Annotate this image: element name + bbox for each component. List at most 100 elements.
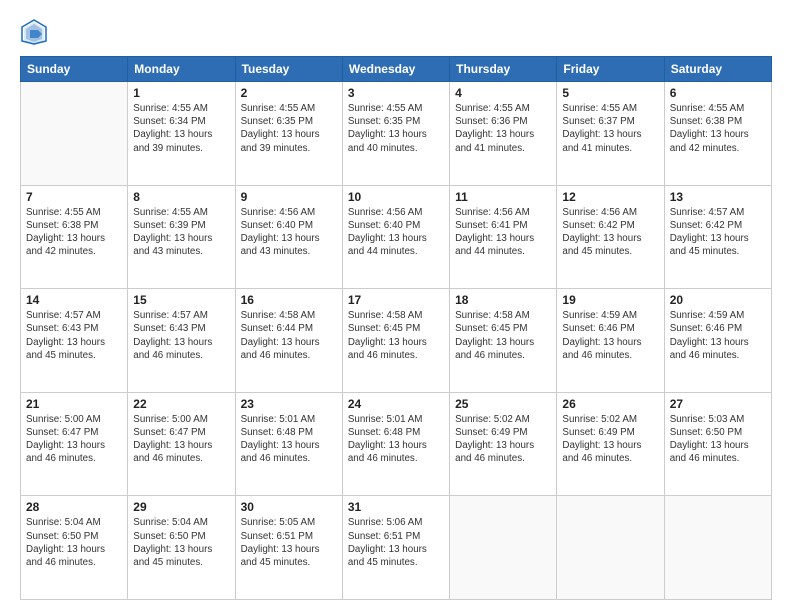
day-info-line: Daylight: 13 hours [562,232,658,245]
day-info-line: Daylight: 13 hours [133,543,229,556]
day-info-line: Daylight: 13 hours [670,232,766,245]
day-info-line: Sunrise: 4:58 AM [455,309,551,322]
day-info-line: and 42 minutes. [26,245,122,258]
day-info-line: Sunset: 6:40 PM [241,219,337,232]
day-info-line: Sunrise: 4:55 AM [670,102,766,115]
day-info-line: Sunset: 6:43 PM [133,322,229,335]
day-info-line: and 45 minutes. [241,556,337,569]
day-header-sunday: Sunday [21,57,128,82]
day-header-thursday: Thursday [450,57,557,82]
day-info-line: Daylight: 13 hours [348,128,444,141]
day-info-line: and 45 minutes. [133,556,229,569]
day-info-line: Sunrise: 4:55 AM [26,206,122,219]
day-info-line: Daylight: 13 hours [241,128,337,141]
calendar-cell: 30Sunrise: 5:05 AMSunset: 6:51 PMDayligh… [235,496,342,600]
calendar-week-row: 14Sunrise: 4:57 AMSunset: 6:43 PMDayligh… [21,289,772,393]
calendar-cell: 8Sunrise: 4:55 AMSunset: 6:39 PMDaylight… [128,185,235,289]
day-number: 30 [241,500,337,514]
day-info-line: Sunset: 6:51 PM [241,530,337,543]
day-info-line: Sunset: 6:50 PM [670,426,766,439]
day-info-line: Sunrise: 5:00 AM [133,413,229,426]
day-info-line: and 40 minutes. [348,142,444,155]
day-number: 12 [562,190,658,204]
day-info-line: and 46 minutes. [241,349,337,362]
day-info-line: Sunrise: 4:56 AM [348,206,444,219]
day-info-line: Sunrise: 4:55 AM [133,206,229,219]
day-info-line: Sunset: 6:45 PM [348,322,444,335]
calendar-cell [450,496,557,600]
day-info-line: Daylight: 13 hours [241,439,337,452]
day-info-line: Daylight: 13 hours [562,128,658,141]
calendar-cell: 13Sunrise: 4:57 AMSunset: 6:42 PMDayligh… [664,185,771,289]
day-info-line: Daylight: 13 hours [670,128,766,141]
calendar-cell: 5Sunrise: 4:55 AMSunset: 6:37 PMDaylight… [557,82,664,186]
calendar-cell: 1Sunrise: 4:55 AMSunset: 6:34 PMDaylight… [128,82,235,186]
day-info-line: and 46 minutes. [26,452,122,465]
calendar-cell: 19Sunrise: 4:59 AMSunset: 6:46 PMDayligh… [557,289,664,393]
calendar-cell: 10Sunrise: 4:56 AMSunset: 6:40 PMDayligh… [342,185,449,289]
day-number: 23 [241,397,337,411]
day-number: 20 [670,293,766,307]
day-info-line: Sunrise: 4:55 AM [455,102,551,115]
day-info-line: and 45 minutes. [348,556,444,569]
day-info-line: Sunset: 6:46 PM [562,322,658,335]
day-info-line: Sunset: 6:49 PM [455,426,551,439]
day-info-line: Sunrise: 4:59 AM [670,309,766,322]
day-header-wednesday: Wednesday [342,57,449,82]
day-info-line: Sunrise: 5:05 AM [241,516,337,529]
day-info-line: and 41 minutes. [562,142,658,155]
day-info-line: Sunset: 6:48 PM [348,426,444,439]
day-info-line: Daylight: 13 hours [133,439,229,452]
day-info-line: and 42 minutes. [670,142,766,155]
day-number: 13 [670,190,766,204]
day-info-line: Sunrise: 5:01 AM [348,413,444,426]
day-info-line: Sunset: 6:42 PM [670,219,766,232]
day-info-line: Sunset: 6:34 PM [133,115,229,128]
day-number: 11 [455,190,551,204]
day-header-saturday: Saturday [664,57,771,82]
day-info-line: and 46 minutes. [241,452,337,465]
day-info-line: Sunrise: 4:58 AM [348,309,444,322]
day-info-line: and 45 minutes. [26,349,122,362]
day-info-line: Sunset: 6:49 PM [562,426,658,439]
day-header-friday: Friday [557,57,664,82]
day-info-line: Daylight: 13 hours [26,336,122,349]
calendar-page: SundayMondayTuesdayWednesdayThursdayFrid… [0,0,792,612]
calendar-cell: 18Sunrise: 4:58 AMSunset: 6:45 PMDayligh… [450,289,557,393]
day-info-line: Sunset: 6:43 PM [26,322,122,335]
day-number: 28 [26,500,122,514]
day-info-line: Daylight: 13 hours [562,336,658,349]
day-number: 27 [670,397,766,411]
day-number: 4 [455,86,551,100]
day-info-line: Sunrise: 4:57 AM [133,309,229,322]
calendar-header-row: SundayMondayTuesdayWednesdayThursdayFrid… [21,57,772,82]
day-info-line: Daylight: 13 hours [455,336,551,349]
day-number: 25 [455,397,551,411]
day-info-line: and 46 minutes. [562,349,658,362]
day-info-line: and 44 minutes. [348,245,444,258]
day-info-line: and 46 minutes. [133,452,229,465]
calendar-cell [557,496,664,600]
day-info-line: Daylight: 13 hours [670,336,766,349]
day-number: 29 [133,500,229,514]
day-info-line: Sunrise: 4:57 AM [26,309,122,322]
day-number: 2 [241,86,337,100]
day-info-line: and 46 minutes. [562,452,658,465]
day-number: 24 [348,397,444,411]
calendar-cell [21,82,128,186]
calendar-cell: 22Sunrise: 5:00 AMSunset: 6:47 PMDayligh… [128,392,235,496]
day-info-line: and 46 minutes. [670,452,766,465]
day-info-line: and 39 minutes. [241,142,337,155]
day-info-line: Daylight: 13 hours [133,336,229,349]
day-number: 17 [348,293,444,307]
day-info-line: Daylight: 13 hours [241,232,337,245]
day-number: 7 [26,190,122,204]
day-info-line: and 43 minutes. [133,245,229,258]
day-number: 1 [133,86,229,100]
day-info-line: and 46 minutes. [133,349,229,362]
logo-icon [20,18,48,46]
logo [20,18,52,46]
day-info-line: Sunrise: 4:58 AM [241,309,337,322]
day-info-line: and 46 minutes. [348,349,444,362]
day-info-line: and 41 minutes. [455,142,551,155]
